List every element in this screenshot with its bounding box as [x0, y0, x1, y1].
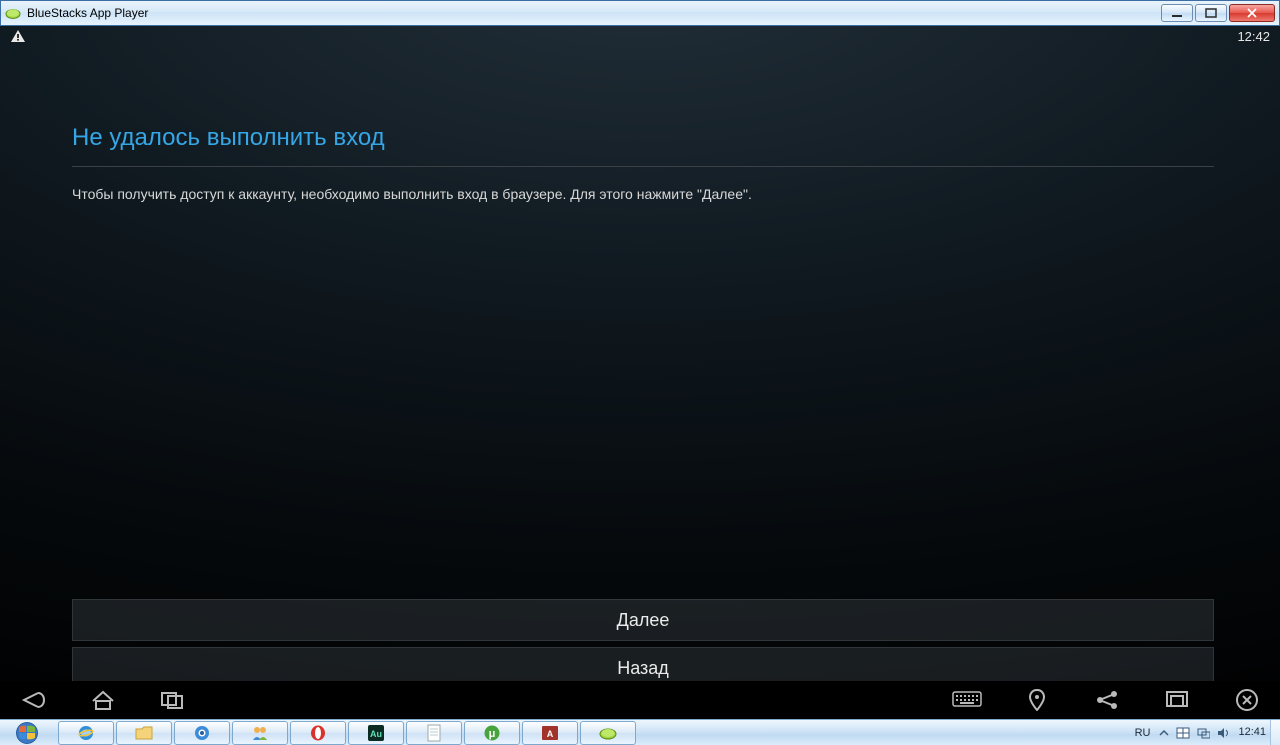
taskbar-item-explorer[interactable]: [116, 721, 172, 745]
taskbar-items: Au μ A: [54, 720, 636, 745]
maximize-button[interactable]: [1195, 4, 1227, 22]
dialog-separator: [72, 166, 1214, 167]
show-desktop-button[interactable]: [1270, 720, 1280, 745]
fullscreen-icon[interactable]: [1160, 688, 1194, 712]
windows-taskbar: Au μ A RU 12:41: [0, 719, 1280, 745]
taskbar-item-browser[interactable]: [174, 721, 230, 745]
tray-icons: [1158, 727, 1230, 739]
svg-text:μ: μ: [489, 728, 496, 740]
language-indicator[interactable]: RU: [1135, 727, 1151, 739]
taskbar-clock[interactable]: 12:41: [1238, 727, 1266, 738]
taskbar-item-access[interactable]: A: [522, 721, 578, 745]
home-nav-icon[interactable]: [86, 688, 120, 712]
app-icon: [5, 5, 21, 21]
system-tray: RU 12:41: [1125, 720, 1270, 745]
taskbar-item-torrent[interactable]: μ: [464, 721, 520, 745]
taskbar-item-audition[interactable]: Au: [348, 721, 404, 745]
statusbar-time: 12:42: [1237, 29, 1270, 44]
svg-text:A: A: [547, 729, 554, 739]
clock-time: 12:41: [1238, 727, 1266, 738]
android-frame: 12:42 Не удалось выполнить вход Чтобы по…: [0, 26, 1280, 719]
taskbar-item-ie[interactable]: [58, 721, 114, 745]
dialog-content: Не удалось выполнить вход Чтобы получить…: [72, 124, 1214, 205]
dialog-message: Чтобы получить доступ к аккаунту, необхо…: [72, 185, 1214, 205]
share-icon[interactable]: [1090, 688, 1124, 712]
minimize-button[interactable]: [1161, 4, 1193, 22]
tray-network-icon[interactable]: [1196, 727, 1210, 739]
close-button[interactable]: [1229, 4, 1275, 22]
taskbar-item-opera[interactable]: [290, 721, 346, 745]
next-button[interactable]: Далее: [72, 599, 1214, 641]
taskbar-item-people[interactable]: [232, 721, 288, 745]
recents-nav-icon[interactable]: [156, 688, 190, 712]
dialog-buttons: Далее Назад: [72, 599, 1214, 689]
location-icon[interactable]: [1020, 688, 1054, 712]
svg-text:Au: Au: [370, 729, 382, 739]
warning-icon: [10, 29, 26, 43]
android-navbar: [0, 681, 1280, 719]
close-x-icon[interactable]: [1230, 688, 1264, 712]
tray-volume-icon[interactable]: [1216, 727, 1230, 739]
taskbar-item-bluestacks[interactable]: [580, 721, 636, 745]
tray-chevron-icon[interactable]: [1158, 727, 1170, 739]
window-controls: [1161, 4, 1275, 22]
android-statusbar: 12:42: [0, 26, 1280, 46]
back-nav-icon[interactable]: [16, 688, 50, 712]
tray-flag-icon[interactable]: [1176, 727, 1190, 739]
window-titlebar: BlueStacks App Player: [0, 0, 1280, 26]
taskbar-item-notes[interactable]: [406, 721, 462, 745]
keyboard-icon[interactable]: [950, 688, 984, 712]
dialog-title: Не удалось выполнить вход: [72, 124, 1214, 166]
window-title: BlueStacks App Player: [27, 6, 1161, 20]
start-button[interactable]: [0, 720, 54, 745]
